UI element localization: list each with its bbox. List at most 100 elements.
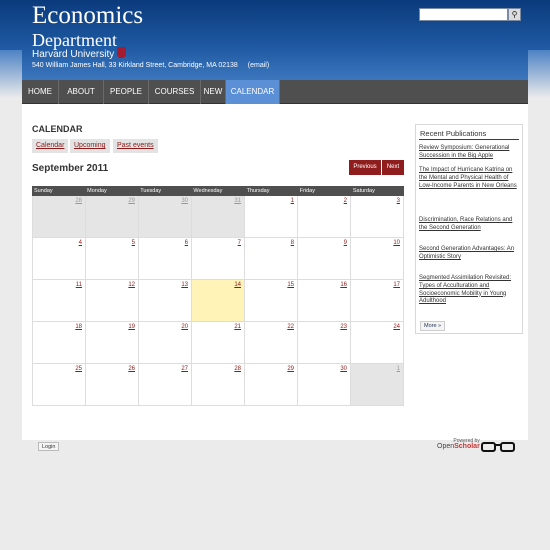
calendar-day[interactable]: 27 (139, 364, 192, 406)
day-number-link[interactable]: 30 (340, 366, 347, 372)
day-number-link[interactable]: 14 (234, 282, 241, 288)
day-number-link[interactable]: 29 (128, 198, 135, 204)
tab-past-events[interactable]: Past events (113, 139, 158, 153)
address-text: 540 William James Hall, 33 Kirkland Stre… (32, 62, 238, 69)
day-number-link[interactable]: 17 (393, 282, 400, 288)
site-title[interactable]: Economics (32, 2, 143, 30)
calendar-day[interactable]: 13 (139, 280, 192, 322)
day-number-link[interactable]: 31 (234, 198, 241, 204)
publication-link[interactable]: Segmented Assimilation Revisited: Types … (419, 275, 519, 306)
calendar-day[interactable]: 16 (298, 280, 351, 322)
calendar-day[interactable]: 25 (32, 364, 86, 406)
calendar-day[interactable]: 19 (86, 322, 139, 364)
calendar-day[interactable]: 30 (139, 196, 192, 238)
calendar-day[interactable]: 6 (139, 238, 192, 280)
day-number-link[interactable]: 3 (397, 198, 400, 204)
weekday-label: Thursday (246, 188, 270, 194)
nav-people[interactable]: PEOPLE (104, 80, 149, 104)
day-number-link[interactable]: 21 (234, 324, 241, 330)
day-number-link[interactable]: 23 (340, 324, 347, 330)
publication-link[interactable]: Second Generation Advantages: An Optimis… (419, 246, 519, 262)
search-button[interactable]: ⚲ (508, 8, 521, 21)
calendar-day[interactable]: 3 (351, 196, 404, 238)
day-number-link[interactable]: 28 (75, 198, 82, 204)
day-number-link[interactable]: 30 (181, 198, 188, 204)
calendar-day-today[interactable]: 14 (192, 280, 245, 322)
day-number-link[interactable]: 7 (238, 240, 241, 246)
day-number-link[interactable]: 9 (344, 240, 347, 246)
day-number-link[interactable]: 16 (340, 282, 347, 288)
tab-calendar[interactable]: Calendar (32, 139, 69, 153)
nav-home[interactable]: HOME (22, 80, 59, 104)
calendar-day[interactable]: 5 (86, 238, 139, 280)
day-number-link[interactable]: 5 (132, 240, 135, 246)
day-number-link[interactable]: 29 (287, 366, 294, 372)
tab-upcoming[interactable]: Upcoming (70, 139, 110, 153)
more-publications-button[interactable]: More » (420, 321, 446, 331)
weekday-label: Sunday (34, 188, 53, 194)
day-number-link[interactable]: 18 (75, 324, 82, 330)
publication-link[interactable]: Discrimination, Race Relations and the S… (419, 217, 519, 233)
harvard-shield-icon (117, 47, 127, 58)
calendar-day[interactable]: 24 (351, 322, 404, 364)
day-number-link[interactable]: 11 (76, 282, 82, 288)
previous-button[interactable]: Previous (349, 160, 381, 175)
calendar-day[interactable]: 21 (192, 322, 245, 364)
day-number-link[interactable]: 1 (397, 366, 400, 372)
calendar-day[interactable]: 26 (86, 364, 139, 406)
day-number-link[interactable]: 28 (234, 366, 241, 372)
calendar-day[interactable]: 8 (245, 238, 298, 280)
day-number-link[interactable]: 22 (287, 324, 294, 330)
day-number-link[interactable]: 4 (79, 240, 82, 246)
calendar-day[interactable]: 15 (245, 280, 298, 322)
publication-link[interactable]: The Impact of Hurricane Katrina on the M… (419, 167, 519, 190)
calendar-day[interactable]: 29 (86, 196, 139, 238)
calendar-day[interactable]: 1 (351, 364, 404, 406)
day-number-link[interactable]: 6 (185, 240, 188, 246)
nav-about[interactable]: ABOUT (59, 80, 104, 104)
day-number-link[interactable]: 15 (287, 282, 294, 288)
day-number-link[interactable]: 19 (128, 324, 135, 330)
calendar-day[interactable]: 23 (298, 322, 351, 364)
day-number-link[interactable]: 26 (128, 366, 135, 372)
calendar-day[interactable]: 2 (298, 196, 351, 238)
day-number-link[interactable]: 20 (181, 324, 188, 330)
calendar-day[interactable]: 20 (139, 322, 192, 364)
day-number-link[interactable]: 10 (393, 240, 400, 246)
next-button[interactable]: Next (382, 160, 404, 175)
day-number-link[interactable]: 8 (291, 240, 294, 246)
email-link[interactable]: (email) (248, 62, 269, 69)
calendar-day[interactable]: 28 (32, 196, 86, 238)
widget-title: Recent Publications (420, 129, 487, 138)
login-button[interactable]: Login (38, 442, 60, 451)
day-number-link[interactable]: 27 (181, 366, 188, 372)
calendar-day[interactable]: 31 (192, 196, 245, 238)
calendar-week: 11 12 13 14 15 16 17 (32, 280, 404, 322)
calendar-day[interactable]: 30 (298, 364, 351, 406)
calendar-day[interactable]: 7 (192, 238, 245, 280)
powered-by[interactable]: Powered by OpenScholar (437, 438, 480, 450)
day-number-link[interactable]: 25 (75, 366, 82, 372)
nav-calendar[interactable]: CALENDAR (226, 80, 280, 104)
day-number-link[interactable]: 12 (128, 282, 135, 288)
day-number-link[interactable]: 2 (344, 198, 347, 204)
weekday-label: Saturday (352, 188, 375, 194)
calendar-day[interactable]: 1 (245, 196, 298, 238)
calendar-day[interactable]: 17 (351, 280, 404, 322)
calendar-day[interactable]: 10 (351, 238, 404, 280)
calendar-day[interactable]: 28 (192, 364, 245, 406)
calendar-day[interactable]: 18 (32, 322, 86, 364)
day-number-link[interactable]: 13 (181, 282, 188, 288)
nav-new[interactable]: NEW (201, 80, 226, 104)
day-number-link[interactable]: 1 (291, 198, 294, 204)
calendar-day[interactable]: 11 (32, 280, 86, 322)
nav-courses[interactable]: COURSES (149, 80, 201, 104)
publication-link[interactable]: Review Symposium: Generational Successio… (419, 145, 519, 161)
calendar-day[interactable]: 22 (245, 322, 298, 364)
calendar-day[interactable]: 29 (245, 364, 298, 406)
calendar-day[interactable]: 12 (86, 280, 139, 322)
day-number-link[interactable]: 24 (393, 324, 400, 330)
calendar-day[interactable]: 9 (298, 238, 351, 280)
calendar-day[interactable]: 4 (32, 238, 86, 280)
search-input[interactable] (419, 8, 508, 21)
